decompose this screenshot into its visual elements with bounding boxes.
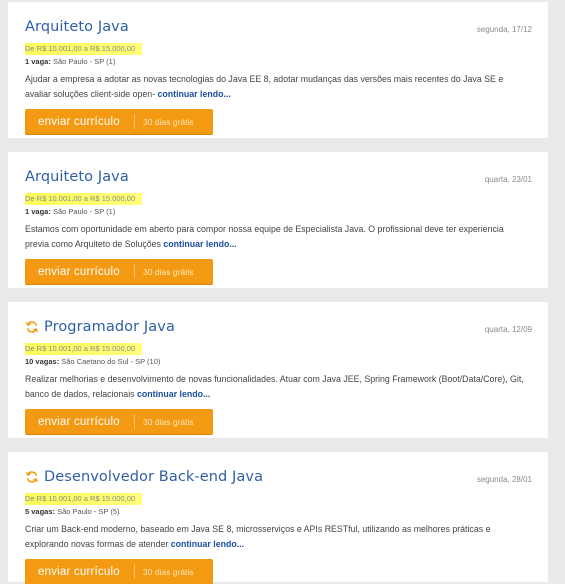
job-location: São Paulo - SP (1) <box>52 207 116 216</box>
job-title-link[interactable]: Programador Java <box>44 319 175 335</box>
job-title-row: Programador Java <box>25 316 532 338</box>
job-title-link[interactable]: Desenvolvedor Back-end Java <box>44 469 263 485</box>
job-title-row: Desenvolvedor Back-end Java <box>25 466 532 488</box>
job-title-link[interactable]: Arquiteto Java <box>25 169 129 185</box>
vacancies-count: 10 vagas: <box>25 357 62 366</box>
vacancies-location: 10 vagas: São Caetano do Sul - SP (10) <box>25 357 532 366</box>
salary-range: De R$ 10.001,00 a R$ 15.000,00 <box>25 343 143 355</box>
job-card: Arquiteto Java segunda, 17/12 De R$ 10.0… <box>8 2 548 138</box>
job-description-text: Estamos com oportunidade em aberto para … <box>25 224 504 249</box>
vacancies-location: 1 vaga: São Paulo - SP (1) <box>25 57 532 66</box>
vacancies-location: 1 vaga: São Paulo - SP (1) <box>25 207 532 216</box>
job-title-link[interactable]: Arquiteto Java <box>25 19 129 35</box>
job-date: segunda, 28/01 <box>476 475 532 484</box>
free-trial-label: 30 dias grátis <box>143 416 194 427</box>
job-description-text: Criar um Back-end moderno, baseado em Ja… <box>25 524 491 549</box>
job-location: São Caetano do Sul - SP (10) <box>61 357 161 366</box>
free-trial-label: 30 dias grátis <box>143 266 194 277</box>
job-location: São Paulo - SP (5) <box>57 507 120 516</box>
refresh-icon <box>25 321 39 333</box>
vacancies-count: 5 vagas: <box>25 507 58 516</box>
send-resume-label: enviar currículo <box>38 115 120 128</box>
job-description: Realizar melhorias e desenvolvimento de … <box>25 372 530 402</box>
send-resume-button[interactable]: enviar currículo 30 dias grátis <box>25 109 213 134</box>
free-trial-label: 30 dias grátis <box>143 116 194 127</box>
continue-reading-link[interactable]: continuar lendo... <box>163 239 236 249</box>
job-date: quarta, 23/01 <box>484 175 532 184</box>
job-card: Programador Java quarta, 12/09 De R$ 10.… <box>8 302 548 438</box>
vacancies-count: 1 vaga: <box>25 57 53 66</box>
job-title-row: Arquiteto Java <box>25 166 532 188</box>
salary-range: De R$ 10.001,00 a R$ 15.000,00 <box>25 193 143 205</box>
continue-reading-link[interactable]: continuar lendo... <box>137 389 210 399</box>
job-description: Criar um Back-end moderno, baseado em Ja… <box>25 522 530 552</box>
job-description: Estamos com oportunidade em aberto para … <box>25 222 530 252</box>
job-description: Ajudar a empresa a adotar as novas tecno… <box>25 72 530 102</box>
send-resume-button[interactable]: enviar currículo 30 dias grátis <box>25 259 213 284</box>
job-date: segunda, 17/12 <box>476 25 532 34</box>
vacancies-count: 1 vaga: <box>25 207 53 216</box>
job-description-text: Ajudar a empresa a adotar as novas tecno… <box>25 74 504 99</box>
continue-reading-link[interactable]: continuar lendo... <box>171 539 244 549</box>
job-title-row: Arquiteto Java <box>25 16 532 38</box>
job-date: quarta, 12/09 <box>484 325 532 334</box>
send-resume-button[interactable]: enviar currículo 30 dias grátis <box>25 409 213 434</box>
continue-reading-link[interactable]: continuar lendo... <box>158 89 231 99</box>
job-card: Arquiteto Java quarta, 23/01 De R$ 10.00… <box>8 152 548 288</box>
refresh-icon <box>25 471 39 483</box>
send-resume-label: enviar currículo <box>38 265 120 278</box>
job-card: Desenvolvedor Back-end Java segunda, 28/… <box>8 452 548 584</box>
send-resume-label: enviar currículo <box>38 565 120 578</box>
send-resume-button[interactable]: enviar currículo 30 dias grátis <box>25 559 213 584</box>
salary-range: De R$ 10.001,00 a R$ 15.000,00 <box>25 493 143 505</box>
job-description-text: Realizar melhorias e desenvolvimento de … <box>25 374 524 399</box>
job-location: São Paulo - SP (1) <box>52 57 116 66</box>
vacancies-location: 5 vagas: São Paulo - SP (5) <box>25 507 532 516</box>
free-trial-label: 30 dias grátis <box>143 566 194 577</box>
send-resume-label: enviar currículo <box>38 415 120 428</box>
salary-range: De R$ 10.001,00 a R$ 15.000,00 <box>25 43 143 55</box>
